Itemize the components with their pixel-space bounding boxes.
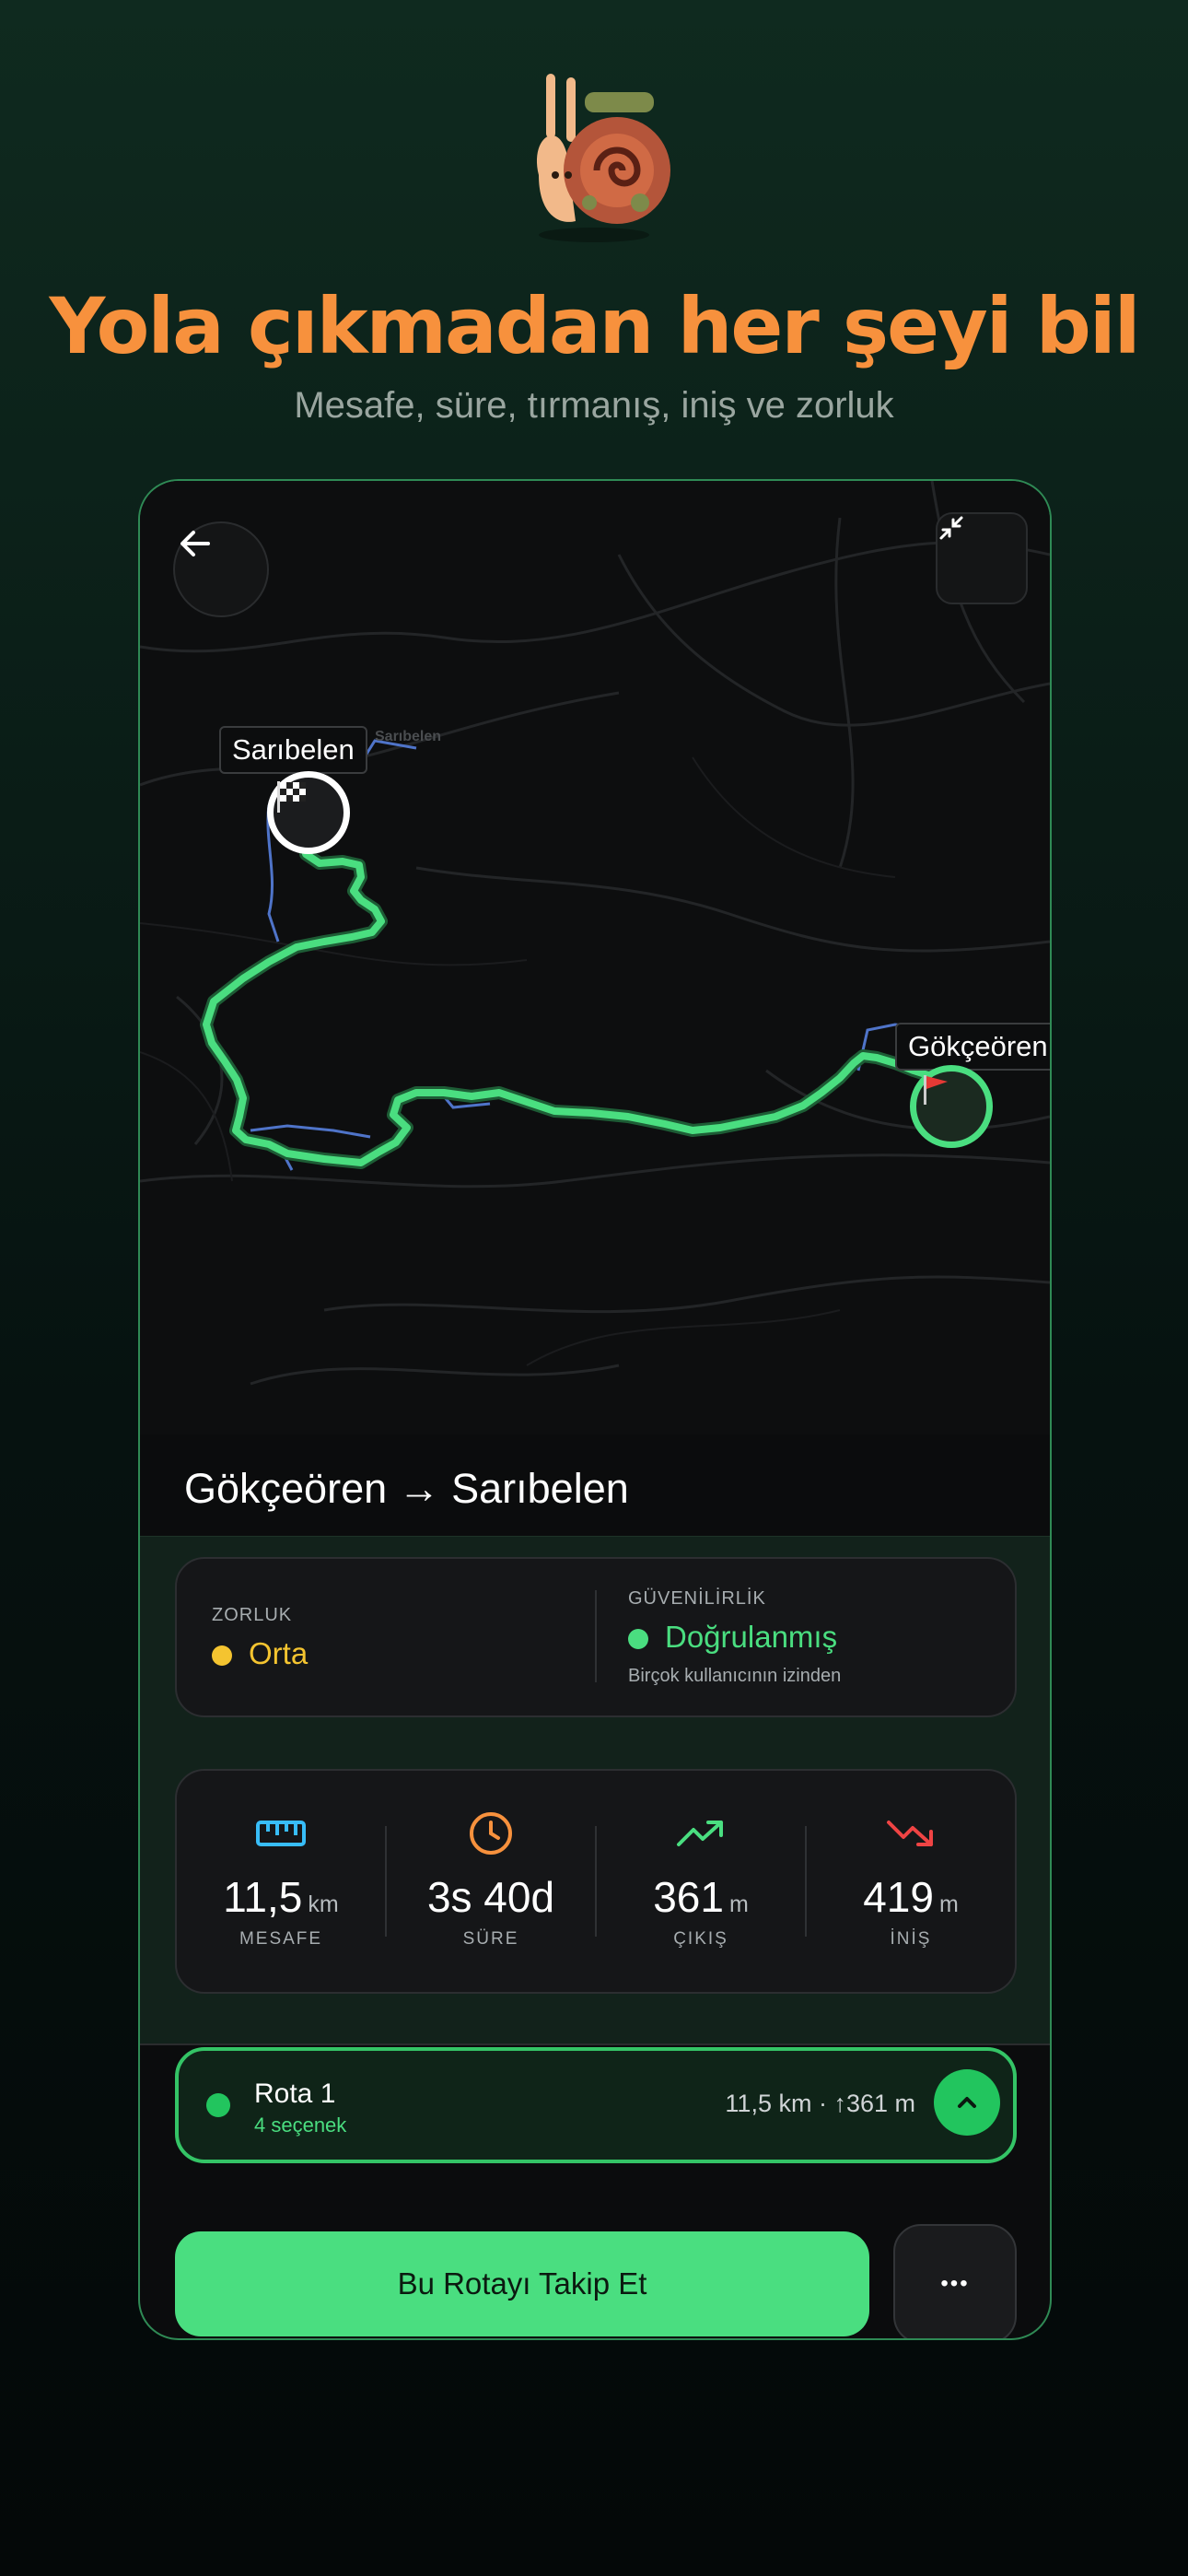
stat-ascent-caption: ÇIKIŞ xyxy=(673,1929,728,1949)
stat-descent-unit: m xyxy=(938,1891,959,1917)
reliability-text: Doğrulanmış xyxy=(665,1620,838,1654)
route-option-name: Rota 1 xyxy=(254,2078,336,2109)
difficulty-value: Orta xyxy=(212,1636,308,1671)
end-pin-label: Gökçeören xyxy=(895,1023,1050,1071)
stat-distance: 11,5 km MESAFE xyxy=(177,1808,385,1950)
follow-route-button[interactable]: Bu Rotayı Takip Et xyxy=(175,2231,869,2336)
reliability-dot-icon xyxy=(628,1629,648,1650)
stat-ascent: 361 m ÇIKIŞ xyxy=(597,1808,805,1950)
stat-ascent-unit: m xyxy=(728,1891,749,1917)
route-color-dot-icon xyxy=(206,2093,230,2117)
stat-duration: 3s 40d SÜRE xyxy=(387,1808,595,1950)
route-title: Gökçeören → Sarıbelen xyxy=(184,1465,629,1512)
difficulty-text: Orta xyxy=(249,1636,309,1670)
route-details-panel: ZORLUK Orta GÜVENİLİRLİK Doğrulanmış Bir… xyxy=(140,1536,1050,2045)
reliability-label: GÜVENİLİRLİK xyxy=(628,1588,766,1609)
reliability-note: Birçok kullanıcının izinden xyxy=(628,1666,842,1686)
stat-distance-value: 11,5 xyxy=(223,1873,303,1921)
clock-icon xyxy=(470,1812,512,1855)
chevron-up-icon xyxy=(958,2097,976,2108)
phone-frame: Sarıbelen Sarıbelen Gökçeören Gökçeören … xyxy=(138,479,1052,2340)
trending-up-icon xyxy=(677,1821,723,1846)
snail-mascot-icon xyxy=(536,74,670,242)
reliability-value: Doğrulanmış xyxy=(628,1620,837,1655)
stat-distance-unit: km xyxy=(308,1891,339,1917)
route-option-summary: 11,5 km · ↑361 m xyxy=(725,2090,915,2117)
promo-headline: Yola çıkmadan her şeyi bil xyxy=(49,281,1141,371)
difficulty-label: ZORLUK xyxy=(212,1605,293,1625)
route-map[interactable]: Sarıbelen Sarıbelen Gökçeören xyxy=(140,481,1050,1434)
collapse-map-button[interactable] xyxy=(936,512,1028,604)
red-flag-icon[interactable] xyxy=(910,1065,993,1148)
minimize-icon xyxy=(939,516,963,540)
stat-duration-caption: SÜRE xyxy=(462,1929,519,1949)
ruler-icon xyxy=(256,1821,306,1846)
more-icon: ••• xyxy=(940,2271,970,2296)
back-button[interactable] xyxy=(173,521,269,617)
stat-descent-caption: İNİŞ xyxy=(890,1929,932,1949)
arrow-left-icon xyxy=(181,531,210,556)
difficulty-dot-icon xyxy=(212,1645,232,1667)
stat-descent: 419 m İNİŞ xyxy=(807,1808,1015,1950)
start-pin-label: Sarıbelen xyxy=(219,726,367,774)
stat-descent-value: 419 xyxy=(863,1873,934,1921)
expand-routes-button[interactable] xyxy=(934,2069,1000,2136)
map-faint-label: Sarıbelen xyxy=(375,729,441,744)
route-option-row[interactable]: Rota 1 4 seçenek 11,5 km · ↑361 m xyxy=(175,2047,1017,2163)
divider xyxy=(595,1590,597,1682)
stat-ascent-value: 361 xyxy=(653,1873,724,1921)
stat-distance-caption: MESAFE xyxy=(239,1929,323,1949)
more-options-button[interactable]: ••• xyxy=(893,2224,1017,2338)
stat-duration-value: 3s 40d xyxy=(426,1873,555,1921)
trending-down-icon xyxy=(887,1821,933,1846)
route-info-card: ZORLUK Orta GÜVENİLİRLİK Doğrulanmış Bir… xyxy=(175,1557,1017,1717)
map-canvas: Sarıbelen xyxy=(140,481,1050,1386)
promo-subheadline: Mesafe, süre, tırmanış, iniş ve zorluk xyxy=(294,385,894,426)
checkered-flag-icon[interactable] xyxy=(267,771,350,854)
route-stats-card: 11,5 km MESAFE 3s 40d SÜRE 361 m ÇIKIŞ 4… xyxy=(175,1769,1017,1994)
route-option-count: 4 seçenek xyxy=(254,2113,347,2137)
